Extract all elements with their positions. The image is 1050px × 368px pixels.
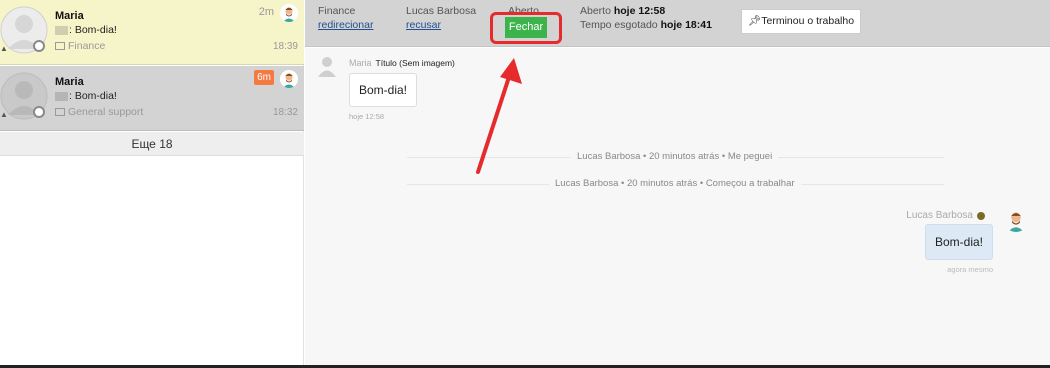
conversation-time: 18:32 (272, 107, 298, 118)
conversation-time: 18:39 (272, 41, 298, 52)
finished-work-button[interactable]: 📌︎Terminou o trabalho (741, 9, 861, 34)
incoming-title: Título (Sem imagem) (375, 58, 455, 68)
conversation-preview: : Bom-dia! (55, 90, 117, 102)
conversation-sidebar: ▲ Maria : Bom-dia! Finance 2m 18:39 ▲ Ma… (0, 0, 304, 368)
agent-avatar-icon (280, 4, 298, 22)
system-message: Lucas Barbosa • 20 minutos atrás • Me pe… (571, 151, 779, 162)
status-dot (33, 40, 45, 52)
conversation-header: Finance redirecionar Lucas Barbosa recus… (305, 0, 1050, 47)
status-dot (33, 106, 45, 118)
conversation-department: General support (55, 106, 143, 118)
agent-label: Lucas Barbosa (406, 5, 477, 17)
finished-work-label: Terminou o trabalho (761, 15, 855, 27)
conversation-item[interactable]: ▲ Maria : Bom-dia! Finance 2m 18:39 (0, 0, 304, 65)
incoming-meta: Maria Título (Sem imagem) (349, 58, 455, 68)
department-label: Finance (68, 40, 106, 52)
wait-time-badge: 6m (254, 70, 274, 85)
mail-icon (55, 42, 65, 50)
agent-column: Lucas Barbosa recusar (406, 4, 476, 32)
conversation-item[interactable]: ▲ Maria : Bom-dia! General support 6m 18… (0, 66, 304, 131)
chat-area: Maria Título (Sem imagem) Bom-dia! hoje 1… (305, 48, 1050, 365)
refuse-link[interactable]: recusar (406, 18, 476, 32)
conversation-preview-text: : Bom-dia! (69, 24, 117, 36)
agent-mini-avatar (977, 211, 985, 220)
redirect-link[interactable]: redirecionar (318, 18, 373, 32)
outgoing-time: agora mesmo (947, 265, 993, 274)
outgoing-author: Lucas Barbosa (906, 210, 973, 221)
redacted-block (55, 25, 68, 35)
conversation-name: Maria (55, 10, 84, 22)
conversation-preview-text: : Bom-dia! (69, 90, 117, 102)
load-more-button[interactable]: Еще 18 (0, 132, 304, 156)
department-label: General support (68, 106, 144, 118)
arrow-annotation (476, 58, 522, 174)
opened-time: Aberto hoje 12:58 (580, 4, 712, 18)
redacted-block (55, 91, 68, 101)
conversation-department: Finance (55, 40, 105, 52)
outgoing-meta: Lucas Barbosa (906, 210, 985, 221)
close-button[interactable]: Fechar (505, 17, 547, 38)
timeout-prefix: Tempo esgotado (580, 19, 661, 31)
agent-avatar-icon (280, 70, 298, 88)
system-message: Lucas Barbosa • 20 minutos atrás • Começ… (549, 178, 801, 189)
opened-value: hoje 12:58 (613, 5, 666, 17)
timeout-value: hoje 18:41 (660, 19, 712, 31)
incoming-time: hoje 12:58 (349, 112, 385, 121)
person-icon (317, 56, 337, 78)
pin-icon: 📌︎ (747, 15, 762, 27)
mail-icon (55, 108, 65, 116)
conversation-name: Maria (55, 76, 84, 88)
department-column: Finance redirecionar (318, 4, 373, 32)
pin-icon: ▲ (0, 44, 8, 53)
wait-time: 2m (258, 6, 274, 18)
time-info: Aberto hoje 12:58 Tempo esgotado hoje 18… (580, 4, 712, 32)
opened-prefix: Aberto (580, 5, 614, 17)
conversation-preview: : Bom-dia! (55, 24, 117, 36)
incoming-author: Maria (349, 58, 372, 68)
department-label: Finance (318, 5, 356, 17)
timeout-time: Tempo esgotado hoje 18:41 (580, 18, 712, 32)
incoming-message-bubble: Bom-dia! (349, 73, 417, 107)
outgoing-message-bubble: Bom-dia! (925, 224, 993, 260)
pin-icon: ▲ (0, 110, 8, 119)
agent-avatar-icon (1004, 208, 1028, 232)
